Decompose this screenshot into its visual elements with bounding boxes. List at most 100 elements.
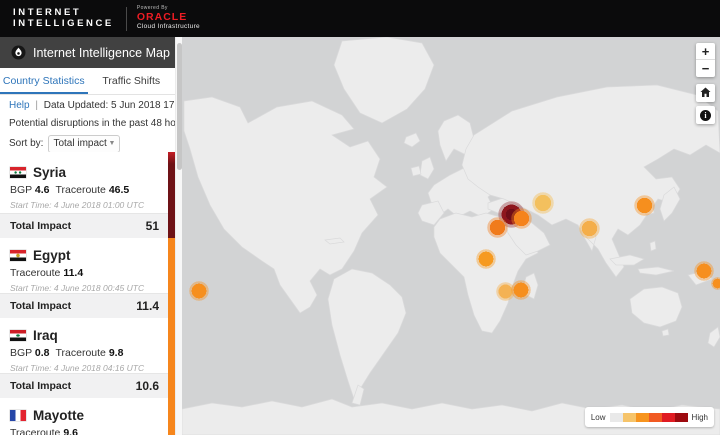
severity-bar (168, 398, 175, 435)
help-link[interactable]: Help (9, 100, 30, 111)
egypt-flag-icon (10, 250, 26, 261)
mayotte-flag-icon (10, 410, 26, 421)
country-name: Egypt (33, 248, 71, 263)
country-list: Syria BGP 4.6 Traceroute 46.5 Start Time: 4… (0, 152, 175, 435)
metric-label: BGP (10, 184, 35, 196)
country-header: Iraq (0, 327, 175, 343)
country-name: Mayotte (33, 408, 84, 423)
world-map-panel[interactable]: + − i Low High (182, 37, 720, 435)
sort-by-label: Sort by: (9, 138, 43, 149)
zoom-in-button[interactable]: + (696, 43, 715, 60)
country-metrics: BGP 0.8 Traceroute 9.8 (0, 347, 175, 360)
country-name: Iraq (33, 328, 58, 343)
legend-color-segment (610, 413, 623, 422)
metric-label: BGP (10, 347, 35, 359)
country-header: Syria (0, 164, 175, 180)
country-header: Mayotte (0, 407, 175, 423)
info-button[interactable]: i (696, 106, 715, 124)
map-marker-5[interactable] (476, 249, 496, 269)
legend-color-segment (623, 413, 636, 422)
country-entry-egypt[interactable]: Egypt Traceroute 11.4 Start Time: 4 June 2… (0, 238, 175, 318)
metric-value: 4.6 (35, 184, 50, 196)
sort-select-dropdown[interactable]: Total impact ▼ (48, 135, 120, 153)
zoom-out-button[interactable]: − (696, 60, 715, 77)
map-marker-4[interactable] (532, 192, 554, 214)
legend-low-label: Low (591, 413, 606, 422)
disruptions-subtitle: Potential disruptions in the past 48 hou… (9, 118, 192, 129)
metric-value: 0.8 (35, 347, 50, 359)
help-separator: | (35, 100, 38, 111)
sort-select-value: Total impact (53, 138, 106, 149)
metric-label: Traceroute (10, 427, 63, 435)
metric-value: 9.8 (109, 347, 124, 359)
country-name: Syria (33, 165, 66, 180)
map-marker-11[interactable] (711, 277, 720, 290)
map-marker-9[interactable] (579, 218, 600, 239)
legend-color-segment (636, 413, 649, 422)
zoom-controls: + − (696, 43, 715, 77)
home-button[interactable] (696, 84, 715, 102)
total-impact-value: 11.4 (136, 299, 159, 313)
country-metrics: BGP 4.6 Traceroute 46.5 (0, 184, 175, 197)
legend-gradient (610, 413, 688, 422)
tab-country-statistics[interactable]: Country Statistics (0, 68, 88, 94)
country-header: Egypt (0, 247, 175, 263)
internet-intelligence-logo: INTERNET INTELLIGENCE (13, 8, 114, 30)
total-impact-row: Total Impact 11.4 (0, 293, 168, 318)
legend-color-segment (662, 413, 675, 422)
metric-value: 11.4 (63, 267, 83, 279)
legend-color-segment (675, 413, 688, 422)
severity-bar (168, 152, 175, 238)
severity-bar (168, 318, 175, 398)
start-time: Start Time: 4 June 2018 01:00 UTC (0, 200, 175, 210)
map-marker-12[interactable] (189, 281, 209, 301)
map-marker-8[interactable] (634, 195, 655, 216)
home-icon (700, 87, 711, 98)
metric-label: Traceroute (56, 184, 109, 196)
metric-label: Traceroute (56, 347, 109, 359)
metric-label: Traceroute (10, 267, 63, 279)
internet-intelligence-app: INTERNET INTELLIGENCE Powered By ORACLE … (0, 0, 720, 435)
map-marker-10[interactable] (694, 261, 714, 281)
oracle-sub-label: Cloud Infrastructure (137, 23, 200, 30)
oracle-wordmark: ORACLE (137, 12, 200, 24)
logo-line-2: INTELLIGENCE (13, 19, 114, 30)
legend-color-segment (649, 413, 662, 422)
sort-row: Sort by: Total impact ▼ (9, 134, 120, 153)
country-entry-iraq[interactable]: Iraq BGP 0.8 Traceroute 9.8 Start Time: 4 J… (0, 318, 175, 398)
country-entry-mayotte[interactable]: Mayotte Traceroute 9.6 (0, 398, 175, 435)
header-divider (126, 7, 127, 31)
total-impact-value: 51 (146, 219, 159, 233)
severity-bar (168, 238, 175, 318)
syria-flag-icon (10, 167, 26, 178)
disruption-markers-layer (182, 37, 720, 435)
metric-value: 46.5 (109, 184, 129, 196)
chevron-down-icon: ▼ (109, 140, 116, 147)
total-impact-value: 10.6 (136, 379, 159, 393)
metric-value: 9.6 (63, 427, 78, 435)
iraq-flag-icon (10, 330, 26, 341)
map-marker-3[interactable] (487, 217, 508, 238)
top-header: INTERNET INTELLIGENCE Powered By ORACLE … (0, 0, 720, 37)
total-impact-label: Total Impact (10, 380, 71, 392)
impact-legend: Low High (585, 407, 714, 427)
logo-line-1: INTERNET (13, 8, 114, 19)
start-time: Start Time: 4 June 2018 00:45 UTC (0, 283, 175, 293)
total-impact-label: Total Impact (10, 220, 71, 232)
country-entry-syria[interactable]: Syria BGP 4.6 Traceroute 46.5 Start Time: 4… (0, 152, 175, 238)
sidebar: Internet Intelligence Map Country Statis… (0, 37, 182, 435)
total-impact-row: Total Impact 10.6 (0, 373, 168, 398)
start-time: Start Time: 4 June 2018 04:16 UTC (0, 363, 175, 373)
country-metrics: Traceroute 11.4 (0, 267, 175, 280)
country-metrics: Traceroute 9.6 (0, 427, 175, 435)
sidebar-title-text: Internet Intelligence Map (33, 46, 170, 60)
total-impact-label: Total Impact (10, 300, 71, 312)
oracle-logo: Powered By ORACLE Cloud Infrastructure (137, 6, 200, 30)
sidebar-scrollbar[interactable] (175, 37, 182, 435)
legend-high-label: High (692, 413, 708, 422)
map-marker-7[interactable] (511, 280, 531, 300)
tab-traffic-shifts[interactable]: Traffic Shifts (88, 68, 176, 94)
map-marker-2[interactable] (511, 208, 532, 229)
sidebar-title-bar: Internet Intelligence Map (0, 37, 175, 68)
info-icon: i (700, 110, 711, 121)
